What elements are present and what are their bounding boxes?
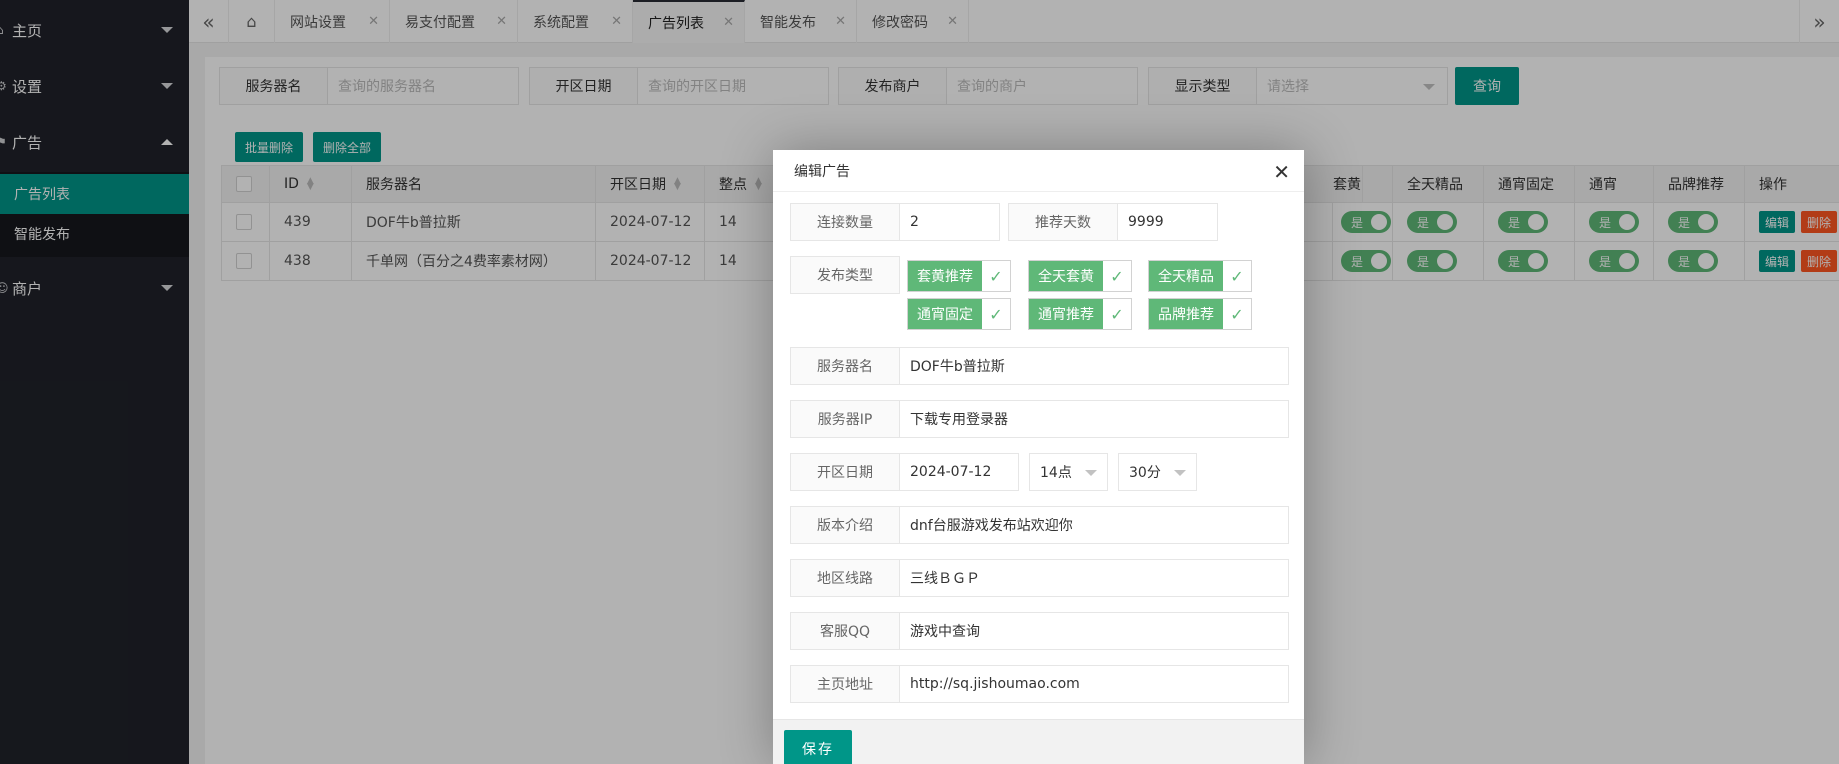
recommend-days-input[interactable]: 9999 [1118,203,1218,241]
save-button[interactable]: 保存 [784,730,852,764]
check-icon: ✓ [989,266,1003,286]
qq-input[interactable]: 游戏中查询 [900,612,1289,650]
version-label: 版本介绍 [790,506,900,544]
publish-type-checkbox[interactable]: 品牌推荐 ✓ [1148,298,1252,330]
version-row: 版本介绍 dnf台服游戏发布站欢迎你 [790,506,1289,544]
region-row: 地区线路 三线ＢＧＰ [790,559,1289,597]
qq-label: 客服QQ [790,612,900,650]
connect-count-label: 连接数量 [790,203,900,241]
publish-type-checkbox[interactable]: 通宵推荐 ✓ [1028,298,1132,330]
modal-footer: 保存 [773,719,1304,764]
publish-type-checkbox[interactable]: 全天精品 ✓ [1148,260,1252,292]
version-input[interactable]: dnf台服游戏发布站欢迎你 [900,506,1289,544]
recommend-days-label: 推荐天数 [1008,203,1118,241]
edit-ad-modal: 编辑广告 ✕ 连接数量 2 推荐天数 9999 发布类型 套黄推荐 ✓ 全天套黄… [773,150,1304,764]
server-ip-row: 服务器IP 下载专用登录器 [790,400,1289,438]
check-icon: ✓ [1230,266,1244,286]
server-name-row: 服务器名 DOF牛b普拉斯 [790,347,1289,385]
homepage-input[interactable]: http://sq.jishoumao.com [900,665,1289,703]
connect-count-input[interactable]: 2 [900,203,1000,241]
modal-header: 编辑广告 ✕ [773,150,1304,192]
region-input[interactable]: 三线ＢＧＰ [900,559,1289,597]
chevron-down-icon [1174,470,1186,476]
check-icon: ✓ [1230,304,1244,324]
publish-type-checkbox[interactable]: 套黄推荐 ✓ [907,260,1011,292]
hour-select[interactable]: 14点 [1029,453,1108,491]
server-name-label: 服务器名 [790,347,900,385]
connect-count-row: 连接数量 2 [790,203,1000,241]
check-icon: ✓ [1110,304,1124,324]
qq-row: 客服QQ 游戏中查询 [790,612,1289,650]
recommend-days-row: 推荐天数 9999 [1008,203,1218,241]
minute-select[interactable]: 30分 [1118,453,1197,491]
modal-title: 编辑广告 [794,163,850,180]
server-ip-input[interactable]: 下载专用登录器 [900,400,1289,438]
server-ip-label: 服务器IP [790,400,900,438]
open-date-row: 开区日期 2024-07-12 14点 30分 [790,453,1197,491]
publish-type-label: 发布类型 [790,256,900,294]
homepage-row: 主页地址 http://sq.jishoumao.com [790,665,1289,703]
publish-type-checkbox[interactable]: 全天套黄 ✓ [1028,260,1132,292]
server-name-input[interactable]: DOF牛b普拉斯 [900,347,1289,385]
chevron-down-icon [1085,470,1097,476]
publish-type-checkbox[interactable]: 通宵固定 ✓ [907,298,1011,330]
close-icon[interactable]: ✕ [1273,160,1290,184]
check-icon: ✓ [1110,266,1124,286]
region-label: 地区线路 [790,559,900,597]
check-icon: ✓ [989,304,1003,324]
homepage-label: 主页地址 [790,665,900,703]
open-date-input[interactable]: 2024-07-12 [900,453,1019,491]
open-date-label: 开区日期 [790,453,900,491]
